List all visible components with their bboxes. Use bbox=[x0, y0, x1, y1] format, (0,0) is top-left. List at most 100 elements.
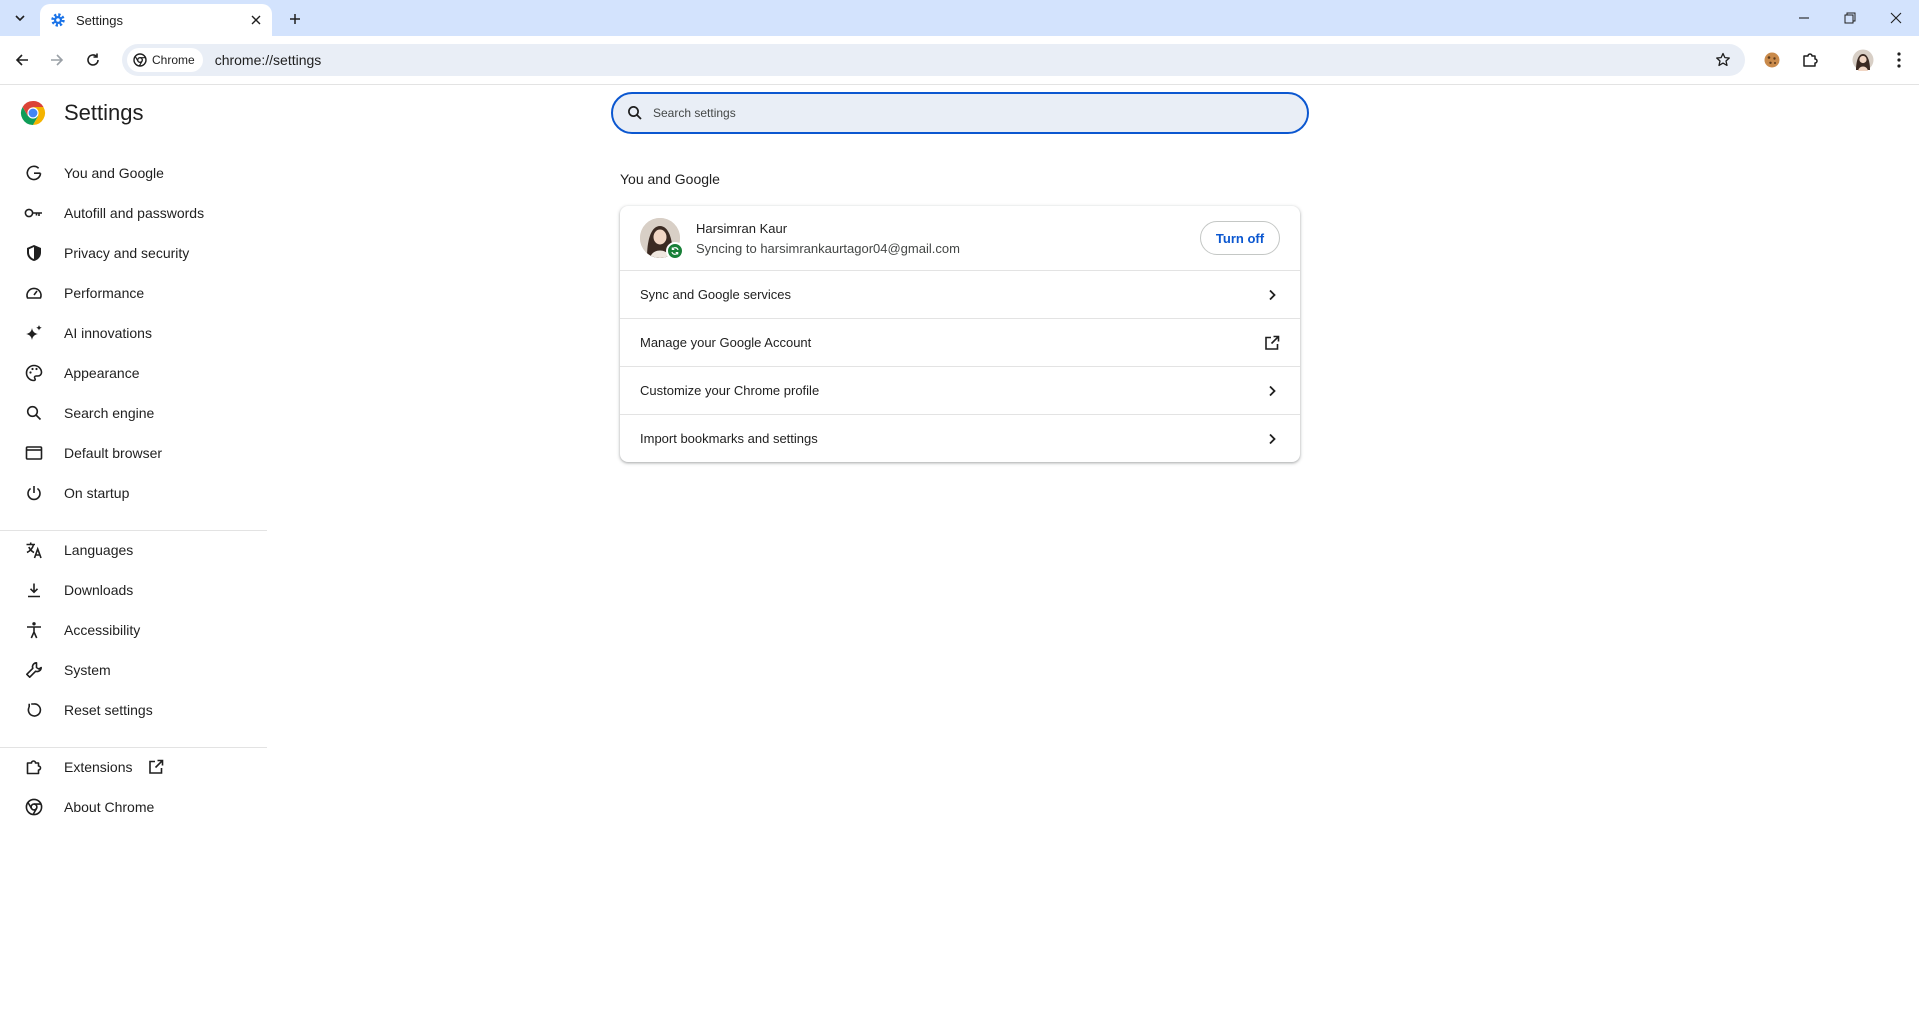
sidebar-item-ai-innovations[interactable]: AI innovations bbox=[0, 313, 267, 353]
minimize-icon bbox=[1799, 17, 1809, 19]
sync-badge bbox=[666, 242, 684, 260]
sidebar-item-label: AI innovations bbox=[64, 325, 152, 341]
tab-settings[interactable]: Settings bbox=[40, 4, 272, 36]
sidebar-item-you-and-google[interactable]: You and Google bbox=[0, 153, 267, 193]
close-icon bbox=[1890, 12, 1902, 24]
row-manage-your-google-account[interactable]: Manage your Google Account bbox=[620, 318, 1300, 366]
sidebar-item-privacy-and-security[interactable]: Privacy and security bbox=[0, 233, 267, 273]
sidebar-item-label: Performance bbox=[64, 285, 145, 301]
shield-icon bbox=[24, 243, 44, 263]
sidebar-item-reset-settings[interactable]: Reset settings bbox=[0, 690, 267, 730]
star-icon bbox=[1716, 52, 1730, 67]
restore-icon bbox=[1844, 12, 1856, 24]
sidebar-item-label: Languages bbox=[64, 542, 134, 558]
translate-icon bbox=[24, 540, 44, 560]
menu-button[interactable] bbox=[1885, 46, 1913, 74]
row-sync-and-google-services[interactable]: Sync and Google services bbox=[620, 270, 1300, 318]
sidebar-item-autofill-and-passwords[interactable]: Autofill and passwords bbox=[0, 193, 267, 233]
section-title: You and Google bbox=[620, 171, 720, 187]
search-icon bbox=[628, 106, 642, 120]
speedometer-icon bbox=[24, 283, 44, 303]
bookmark-button[interactable] bbox=[1711, 48, 1735, 72]
row-customize-your-chrome-profile[interactable]: Customize your Chrome profile bbox=[620, 366, 1300, 414]
sidebar-item-label: Search engine bbox=[64, 405, 155, 421]
sidebar-item-label: On startup bbox=[64, 485, 130, 501]
sidebar-item-languages[interactable]: Languages bbox=[0, 530, 267, 570]
arrow-left-icon bbox=[15, 54, 28, 66]
extensions-button[interactable] bbox=[1796, 46, 1824, 74]
reload-button[interactable] bbox=[79, 46, 107, 74]
chrome-icon bbox=[133, 53, 147, 67]
cookie-extension-button[interactable] bbox=[1758, 46, 1786, 74]
sidebar-item-about-chrome[interactable]: About Chrome bbox=[0, 787, 267, 827]
accessibility-icon bbox=[24, 620, 44, 640]
turn-off-sync-button[interactable]: Turn off bbox=[1200, 221, 1280, 255]
sidebar-item-accessibility[interactable]: Accessibility bbox=[0, 610, 267, 650]
puzzle-icon bbox=[1803, 53, 1818, 67]
profile-name: Harsimran Kaur bbox=[696, 221, 788, 236]
new-tab-button[interactable] bbox=[283, 7, 307, 31]
wrench-icon bbox=[24, 660, 44, 680]
sidebar-item-downloads[interactable]: Downloads bbox=[0, 570, 267, 610]
chevron-right-icon bbox=[1262, 285, 1282, 305]
search-icon bbox=[24, 403, 44, 423]
chevron-down-icon bbox=[15, 15, 25, 22]
sidebar-item-default-browser[interactable]: Default browser bbox=[0, 433, 267, 473]
google-g-icon bbox=[24, 163, 44, 183]
sync-icon bbox=[671, 247, 679, 255]
profile-button[interactable] bbox=[1849, 46, 1877, 74]
settings-header: Settings bbox=[20, 100, 144, 126]
open-in-new-icon bbox=[148, 759, 164, 780]
tab-search-button[interactable] bbox=[8, 6, 32, 30]
sidebar-item-system[interactable]: System bbox=[0, 650, 267, 690]
browser-window-icon bbox=[24, 443, 44, 463]
chevron-right-icon bbox=[1262, 429, 1282, 449]
address-bar[interactable]: Chrome chrome://settings bbox=[122, 44, 1745, 76]
reload-icon bbox=[87, 53, 99, 66]
search-input[interactable] bbox=[653, 106, 1253, 120]
sidebar-item-on-startup[interactable]: On startup bbox=[0, 473, 267, 513]
site-info-chip[interactable]: Chrome bbox=[127, 48, 203, 72]
restore-button[interactable] bbox=[1827, 0, 1873, 36]
sidebar-item-label: Reset settings bbox=[64, 702, 153, 718]
you-and-google-card: Harsimran Kaur Syncing to harsimrankaurt… bbox=[620, 206, 1300, 462]
forward-button[interactable] bbox=[43, 46, 71, 74]
sync-status: Syncing to harsimrankaurtagor04@gmail.co… bbox=[696, 241, 960, 256]
sidebar-item-label: Accessibility bbox=[64, 622, 141, 638]
palette-icon bbox=[24, 363, 44, 383]
reset-icon bbox=[24, 700, 44, 720]
sidebar-item-appearance[interactable]: Appearance bbox=[0, 353, 267, 393]
minimize-button[interactable] bbox=[1781, 0, 1827, 36]
back-button[interactable] bbox=[8, 46, 36, 74]
tab-strip: Settings bbox=[0, 0, 1919, 36]
close-window-button[interactable] bbox=[1873, 0, 1919, 36]
open-in-new-icon bbox=[1262, 333, 1282, 353]
sidebar-item-performance[interactable]: Performance bbox=[0, 273, 267, 313]
page-title: Settings bbox=[64, 100, 144, 125]
close-tab-button[interactable] bbox=[246, 10, 266, 30]
download-icon bbox=[24, 580, 44, 600]
sidebar-item-search-engine[interactable]: Search engine bbox=[0, 393, 267, 433]
tab-title: Settings bbox=[76, 12, 123, 28]
row-label: Import bookmarks and settings bbox=[640, 431, 818, 446]
profile-row: Harsimran Kaur Syncing to harsimrankaurt… bbox=[620, 206, 1300, 270]
sparkle-icon bbox=[24, 323, 44, 343]
search-settings-box[interactable] bbox=[611, 92, 1309, 134]
sidebar-item-label: Autofill and passwords bbox=[64, 205, 205, 221]
row-label: Manage your Google Account bbox=[640, 335, 812, 350]
sidebar-item-label: Appearance bbox=[64, 365, 140, 381]
close-icon bbox=[251, 15, 261, 25]
url-text: chrome://settings bbox=[214, 52, 322, 68]
chrome-logo-icon bbox=[20, 101, 46, 125]
row-import-bookmarks-and-settings[interactable]: Import bookmarks and settings bbox=[620, 414, 1300, 462]
row-label: Customize your Chrome profile bbox=[640, 383, 820, 398]
sidebar-item-label: Privacy and security bbox=[64, 245, 190, 261]
cookie-icon bbox=[1764, 52, 1780, 68]
gear-icon bbox=[51, 13, 65, 27]
chip-label: Chrome bbox=[152, 53, 195, 67]
more-vert-icon bbox=[1897, 52, 1901, 68]
row-label: Sync and Google services bbox=[640, 287, 792, 302]
sidebar-item-label: System bbox=[64, 662, 111, 678]
sidebar-item-extensions[interactable]: Extensions bbox=[0, 747, 267, 787]
settings-sidebar: Settings You and Google Autofill and pass… bbox=[0, 86, 267, 1028]
